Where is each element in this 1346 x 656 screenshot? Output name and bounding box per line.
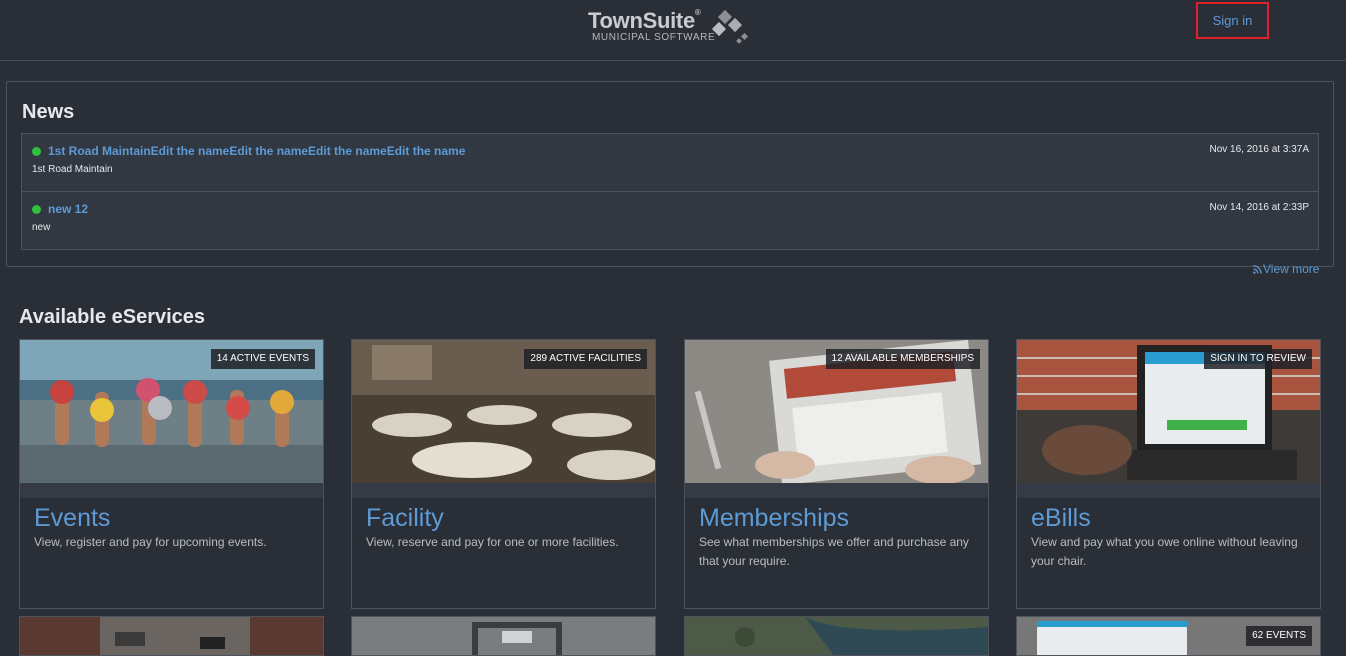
service-card-row2[interactable] xyxy=(351,616,656,656)
facility-card[interactable]: 289 ACTIVE FACILITIES Facility View, res… xyxy=(351,339,656,609)
events-card[interactable]: 14 ACTIVE EVENTS Events View, register a… xyxy=(19,339,324,609)
view-more-label: View more xyxy=(1263,262,1320,276)
eservices-heading: Available eServices xyxy=(19,306,206,328)
street-image xyxy=(20,617,323,655)
news-panel: News 1st Road MaintainEdit the nameEdit … xyxy=(6,81,1334,267)
events-description: View, register and pay for upcoming even… xyxy=(34,535,267,549)
ebills-title-link[interactable]: eBills xyxy=(1031,504,1091,533)
news-item-description: new xyxy=(32,222,51,233)
row2-events-badge: 62 EVENTS xyxy=(1246,626,1312,646)
service-card-row2[interactable] xyxy=(684,616,989,656)
service-card-row2[interactable]: 62 EVENTS xyxy=(1016,616,1321,656)
news-item-date: Nov 14, 2016 at 2:33P xyxy=(1209,202,1309,213)
rss-icon xyxy=(1253,264,1262,274)
bridge-image xyxy=(352,617,655,655)
status-dot-icon xyxy=(32,205,41,214)
townsuite-logo[interactable]: TownSuite® MUNICIPAL SOFTWARE xyxy=(588,6,758,46)
events-count-badge: 14 ACTIVE EVENTS xyxy=(210,349,315,369)
memberships-card[interactable]: 12 AVAILABLE MEMBERSHIPS Memberships See… xyxy=(684,339,989,609)
memberships-title-link[interactable]: Memberships xyxy=(699,504,849,533)
facility-title-link[interactable]: Facility xyxy=(366,504,444,533)
news-item-description: 1st Road Maintain xyxy=(32,164,113,175)
logo-mark-icon xyxy=(711,9,749,44)
logo-registered-mark: ® xyxy=(694,8,701,17)
ebills-status-badge: SIGN IN TO REVIEW xyxy=(1204,349,1312,369)
header: TownSuite® MUNICIPAL SOFTWARE Sign in xyxy=(0,0,1346,61)
view-more-link[interactable]: View more xyxy=(1253,262,1319,276)
news-item-title-link[interactable]: new 12 xyxy=(48,202,88,216)
news-list: 1st Road MaintainEdit the nameEdit the n… xyxy=(21,133,1319,250)
sign-in-link[interactable]: Sign in xyxy=(1196,2,1269,39)
news-item-title-link[interactable]: 1st Road MaintainEdit the nameEdit the n… xyxy=(48,144,465,158)
service-card-row2[interactable] xyxy=(19,616,324,656)
memberships-count-badge: 12 AVAILABLE MEMBERSHIPS xyxy=(825,349,980,369)
events-title-link[interactable]: Events xyxy=(34,504,110,533)
facility-count-badge: 289 ACTIVE FACILITIES xyxy=(524,349,647,369)
logo-tagline: MUNICIPAL SOFTWARE xyxy=(592,32,716,43)
ebills-description: View and pay what you owe online without… xyxy=(1031,535,1298,568)
ebills-card[interactable]: SIGN IN TO REVIEW eBills View and pay wh… xyxy=(1016,339,1321,609)
memberships-description: See what memberships we offer and purcha… xyxy=(699,535,969,568)
news-heading: News xyxy=(22,101,75,123)
aerial-image xyxy=(685,617,988,655)
news-item: new 12 new Nov 14, 2016 at 2:33P xyxy=(22,191,1318,249)
news-item: 1st Road MaintainEdit the nameEdit the n… xyxy=(22,134,1318,191)
news-item-date: Nov 16, 2016 at 3:37A xyxy=(1209,144,1309,155)
logo-name: TownSuite xyxy=(588,8,695,33)
facility-description: View, reserve and pay for one or more fa… xyxy=(366,535,619,549)
status-dot-icon xyxy=(32,147,41,156)
